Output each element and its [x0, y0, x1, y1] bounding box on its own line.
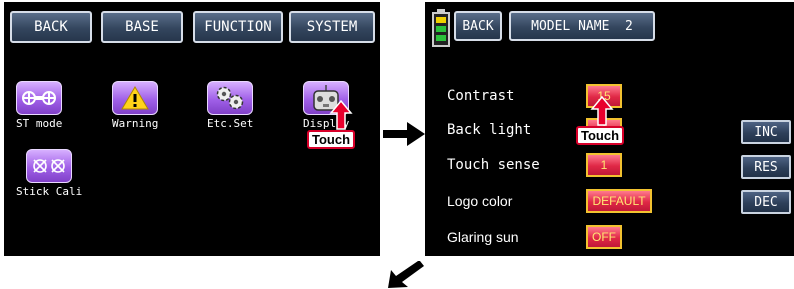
glaring-sun-value-button[interactable]: OFF: [586, 225, 622, 249]
touch-badge: Touch: [307, 130, 356, 149]
model-name: MODEL NAME 2: [531, 18, 633, 34]
button-label: DEC: [754, 194, 778, 210]
left-screen: BACK BASE FUNCTION SYSTEM ST mode Warnin…: [4, 2, 380, 256]
stick-calibration-icon: [26, 149, 73, 183]
dec-button[interactable]: DEC: [741, 190, 791, 214]
icon-warning[interactable]: Warning: [112, 81, 158, 130]
back-button[interactable]: BACK: [454, 11, 502, 41]
setting-label-touch-sense: Touch sense: [447, 157, 540, 173]
icon-etc-set[interactable]: Etc.Set: [207, 81, 253, 130]
setting-label-back-light: Back light: [447, 122, 532, 138]
setting-label-logo-color: Logo color: [447, 193, 513, 209]
value-text: DEFAULT: [592, 194, 646, 208]
down-left-arrow-icon: [388, 261, 424, 288]
touch-sense-value-button[interactable]: 1: [586, 153, 622, 177]
battery-icon: [432, 9, 450, 47]
tab-label: BASE: [125, 19, 159, 35]
tab-label: BACK: [34, 19, 68, 35]
touch-arrow-icon: [590, 96, 614, 126]
logo-color-value-button[interactable]: DEFAULT: [586, 189, 652, 213]
tab-label: SYSTEM: [306, 19, 358, 35]
tab-back[interactable]: BACK: [10, 11, 92, 43]
icon-label: Etc.Set: [207, 117, 254, 130]
icon-st-mode[interactable]: ST mode: [16, 81, 62, 130]
touch-badge: Touch: [576, 126, 625, 145]
button-label: RES: [754, 159, 778, 175]
icon-label: Stick Cali: [16, 185, 83, 198]
right-arrow-icon: [383, 122, 425, 146]
icon-label: Warning: [112, 117, 159, 130]
setting-label-glaring-sun: Glaring sun: [447, 229, 519, 245]
back-label: BACK: [462, 18, 494, 34]
icon-stick-cali[interactable]: Stick Cali: [16, 149, 82, 198]
touch-arrow-icon: [329, 100, 353, 130]
value-text: OFF: [592, 230, 616, 244]
inc-button[interactable]: INC: [741, 120, 791, 144]
tab-function[interactable]: FUNCTION: [193, 11, 283, 43]
button-label: INC: [754, 124, 778, 140]
res-button[interactable]: RES: [741, 155, 791, 179]
gears-icon: [207, 81, 254, 115]
tab-label: FUNCTION: [204, 19, 272, 35]
tab-base[interactable]: BASE: [101, 11, 183, 43]
icon-label: ST mode: [16, 117, 63, 130]
tab-system[interactable]: SYSTEM: [289, 11, 375, 43]
setting-label-contrast: Contrast: [447, 88, 515, 104]
model-name-display: MODEL NAME 2: [509, 11, 655, 41]
warning-icon: [112, 81, 159, 115]
right-screen: BACK MODEL NAME 2 Contrast 15 Back light…: [425, 2, 794, 256]
drone-icon: [16, 81, 63, 115]
value-text: 1: [600, 158, 608, 172]
